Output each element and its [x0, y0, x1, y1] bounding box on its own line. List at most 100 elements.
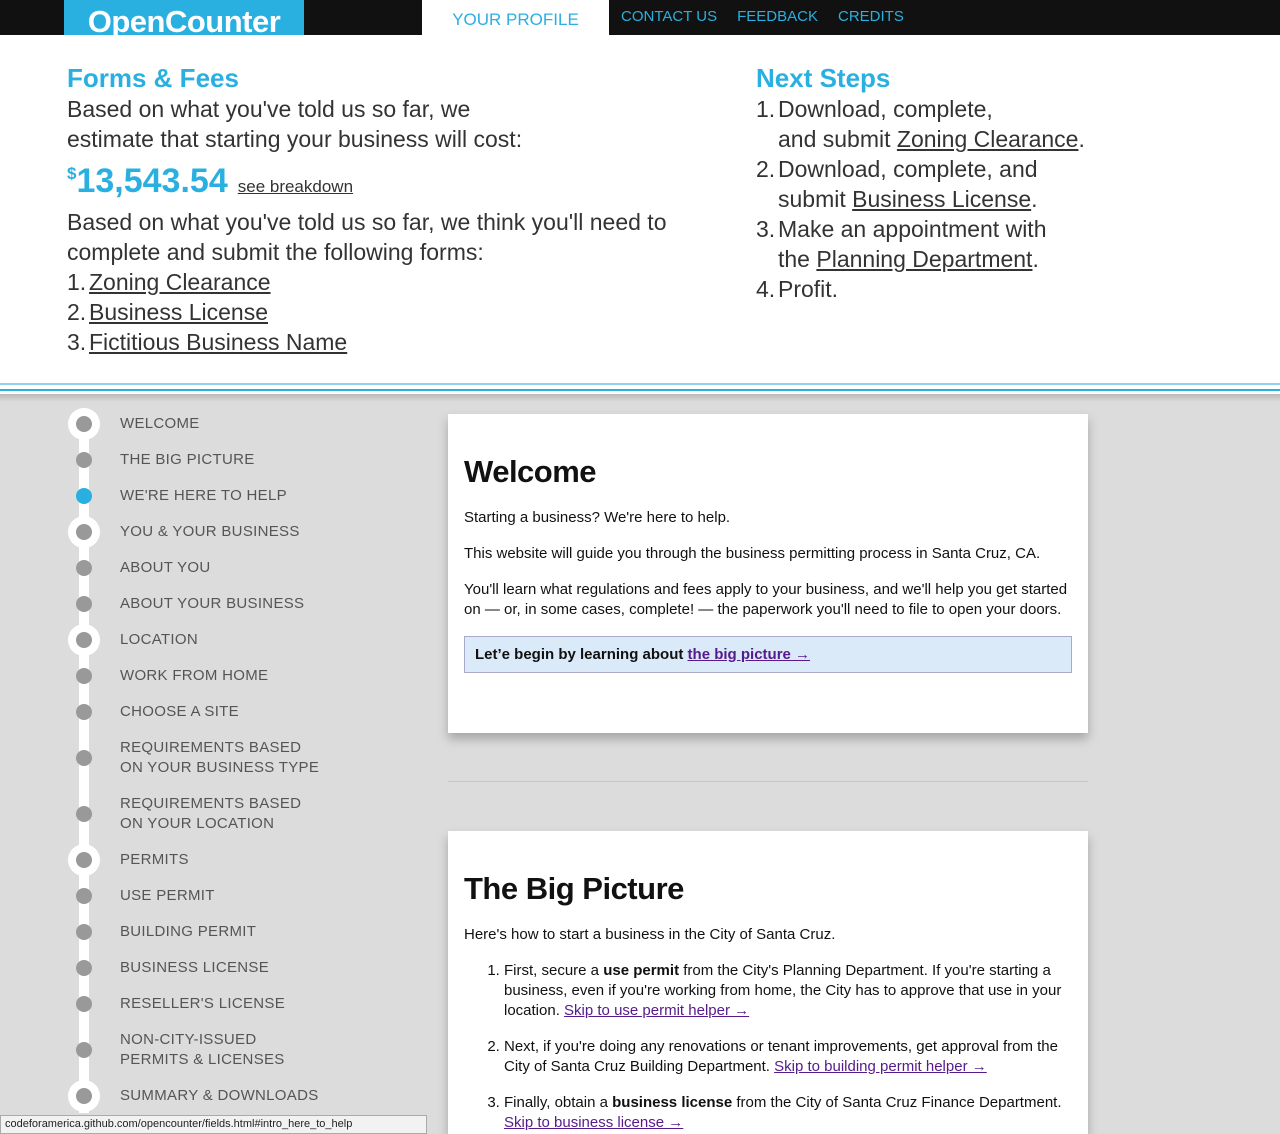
- next-steps-column: Next Steps 1. Download, complete, and su…: [756, 63, 1216, 304]
- sidebar-item-choose-a-site[interactable]: CHOOSE A SITE: [120, 702, 239, 722]
- business-license-link[interactable]: Business License: [89, 297, 268, 327]
- step-marker: [76, 452, 92, 468]
- cost-intro-line-2: estimate that starting your business wil…: [67, 126, 523, 152]
- step-post: .: [1031, 186, 1038, 212]
- step-business-license-link[interactable]: Business License: [852, 186, 1031, 212]
- estimated-cost: $ 13,543.54 see breakdown: [67, 162, 707, 201]
- step-marker-major: [68, 1080, 100, 1112]
- list-item: First, secure a use permit from the City…: [504, 961, 1072, 1021]
- cost-intro: Based on what you've told us so far, we …: [67, 94, 707, 154]
- step-text: Make an appointment with the Planning De…: [778, 214, 1047, 274]
- big-picture-title: The Big Picture: [464, 871, 684, 906]
- step-item: 2. Download, complete, and submit Busine…: [756, 154, 1216, 214]
- dollar-sign: $: [67, 164, 77, 183]
- profile-panel: Forms & Fees Based on what you've told u…: [0, 35, 1280, 383]
- sidebar-item-requirements-business-type[interactable]: REQUIREMENTS BASED ON YOUR BUSINESS TYPE: [120, 738, 319, 778]
- your-profile-tab[interactable]: YOUR PROFILE: [422, 0, 609, 35]
- step-line: Download, complete,: [778, 96, 993, 122]
- form-item: 2. Business License: [67, 297, 707, 327]
- step-text: Finally, obtain a: [504, 1094, 613, 1111]
- see-breakdown-link[interactable]: see breakdown: [238, 177, 353, 197]
- step-zoning-clearance-link[interactable]: Zoning Clearance: [897, 126, 1079, 152]
- cost-intro-line-1: Based on what you've told us so far, we: [67, 96, 471, 122]
- step-number: 2.: [756, 156, 776, 182]
- sidebar-item-non-city-permits[interactable]: NON-CITY-ISSUED PERMITS & LICENSES: [120, 1030, 285, 1070]
- step-pre: the: [778, 246, 817, 272]
- sidebar-item-use-permit[interactable]: USE PERMIT: [120, 886, 215, 906]
- use-permit-helper-link[interactable]: Skip to use permit helper →: [564, 1002, 749, 1019]
- forms-intro-line-1: Based on what you've told us so far, we …: [67, 209, 667, 235]
- big-picture-link[interactable]: the big picture →: [688, 646, 811, 663]
- section-separator: [448, 781, 1088, 782]
- sidebar-item-label: REQUIREMENTS BASED: [120, 795, 302, 812]
- big-picture-steps: First, secure a use permit from the City…: [464, 961, 1072, 1133]
- callout-text: Let’e begin by learning about: [475, 646, 688, 663]
- form-number: 1.: [67, 269, 87, 295]
- step-number: 4.: [756, 276, 776, 302]
- step-pre: submit: [778, 186, 853, 212]
- step-marker: [76, 596, 92, 612]
- form-item: 1. Zoning Clearance: [67, 267, 707, 297]
- welcome-paragraph-1: Starting a business? We're here to help.: [464, 509, 731, 526]
- sidebar-item-about-you[interactable]: ABOUT YOU: [120, 558, 211, 578]
- progress-sidebar: WELCOME THE BIG PICTURE WE'RE HERE TO HE…: [0, 405, 420, 1115]
- feedback-link[interactable]: FEEDBACK: [737, 0, 818, 35]
- next-steps-list: 1. Download, complete, and submit Zoning…: [756, 94, 1216, 304]
- step-marker: [76, 924, 92, 940]
- sidebar-item-welcome[interactable]: WELCOME: [120, 414, 200, 434]
- sidebar-item-permits[interactable]: PERMITS: [120, 850, 189, 870]
- begin-callout: Let’e begin by learning about the big pi…: [464, 636, 1072, 673]
- sidebar-item-work-from-home[interactable]: WORK FROM HOME: [120, 666, 268, 686]
- building-permit-helper-link[interactable]: Skip to building permit helper →: [774, 1058, 987, 1075]
- step-text: First, secure a: [504, 962, 604, 979]
- fictitious-business-name-link[interactable]: Fictitious Business Name: [89, 327, 347, 357]
- top-navigation-bar: OpenCounter YOUR PROFILE CONTACT US FEED…: [0, 0, 1280, 43]
- top-nav-links: CONTACT US FEEDBACK CREDITS: [621, 0, 904, 35]
- sidebar-item-big-picture[interactable]: THE BIG PICTURE: [120, 450, 255, 470]
- sidebar-item-you-and-your-business[interactable]: YOU & YOUR BUSINESS: [120, 522, 300, 542]
- step-marker: [76, 960, 92, 976]
- step-marker: [76, 996, 92, 1012]
- sidebar-item-requirements-location[interactable]: REQUIREMENTS BASED ON YOUR LOCATION: [120, 794, 301, 834]
- step-line: Download, complete, and: [778, 156, 1038, 182]
- forms-fees-column: Forms & Fees Based on what you've told u…: [67, 63, 707, 357]
- welcome-paragraph-3: You'll learn what regulations and fees a…: [464, 581, 1068, 618]
- step-marker: [76, 750, 92, 766]
- sidebar-item-here-to-help[interactable]: WE'RE HERE TO HELP: [120, 486, 287, 506]
- step-line: Make an appointment with: [778, 216, 1047, 242]
- next-steps-title: Next Steps: [756, 63, 891, 93]
- sidebar-item-about-your-business[interactable]: ABOUT YOUR BUSINESS: [120, 594, 304, 614]
- step-marker-active: [76, 488, 92, 504]
- zoning-clearance-link[interactable]: Zoning Clearance: [89, 267, 271, 297]
- sidebar-item-location[interactable]: LOCATION: [120, 630, 198, 650]
- form-number: 2.: [67, 299, 87, 325]
- step-post: .: [1078, 126, 1085, 152]
- sidebar-item-resellers-license[interactable]: RESELLER'S LICENSE: [120, 994, 285, 1014]
- forms-intro: Based on what you've told us so far, we …: [67, 207, 707, 267]
- step-number: 1.: [756, 96, 776, 122]
- step-emphasis: use permit: [603, 962, 680, 979]
- step-marker: [76, 888, 92, 904]
- cost-amount: 13,543.54: [76, 162, 228, 200]
- step-planning-department-link[interactable]: Planning Department: [816, 246, 1032, 272]
- step-marker: [76, 1042, 92, 1058]
- divider-shadow: [0, 394, 1280, 402]
- form-item: 3. Fictitious Business Name: [67, 327, 707, 357]
- step-text: Download, complete, and submit Business …: [778, 154, 1038, 214]
- list-item: Next, if you're doing any renovations or…: [504, 1037, 1072, 1077]
- welcome-paragraph-2: This website will guide you through the …: [464, 545, 1041, 562]
- step-item: 1. Download, complete, and submit Zoning…: [756, 94, 1216, 154]
- list-item: Finally, obtain a business license from …: [504, 1093, 1072, 1133]
- form-number: 3.: [67, 329, 87, 355]
- credits-link[interactable]: CREDITS: [838, 0, 904, 35]
- contact-us-link[interactable]: CONTACT US: [621, 0, 717, 35]
- step-marker: [76, 668, 92, 684]
- sidebar-item-label: ON YOUR LOCATION: [120, 815, 275, 832]
- step-text: Profit.: [778, 276, 839, 302]
- sidebar-item-label: ON YOUR BUSINESS TYPE: [120, 759, 320, 776]
- sidebar-item-summary-downloads[interactable]: SUMMARY & DOWNLOADS: [120, 1086, 319, 1106]
- sidebar-item-business-license[interactable]: BUSINESS LICENSE: [120, 958, 269, 978]
- sidebar-item-building-permit[interactable]: BUILDING PERMIT: [120, 922, 256, 942]
- business-license-helper-link[interactable]: Skip to business license →: [504, 1114, 683, 1131]
- step-marker-major: [68, 408, 100, 440]
